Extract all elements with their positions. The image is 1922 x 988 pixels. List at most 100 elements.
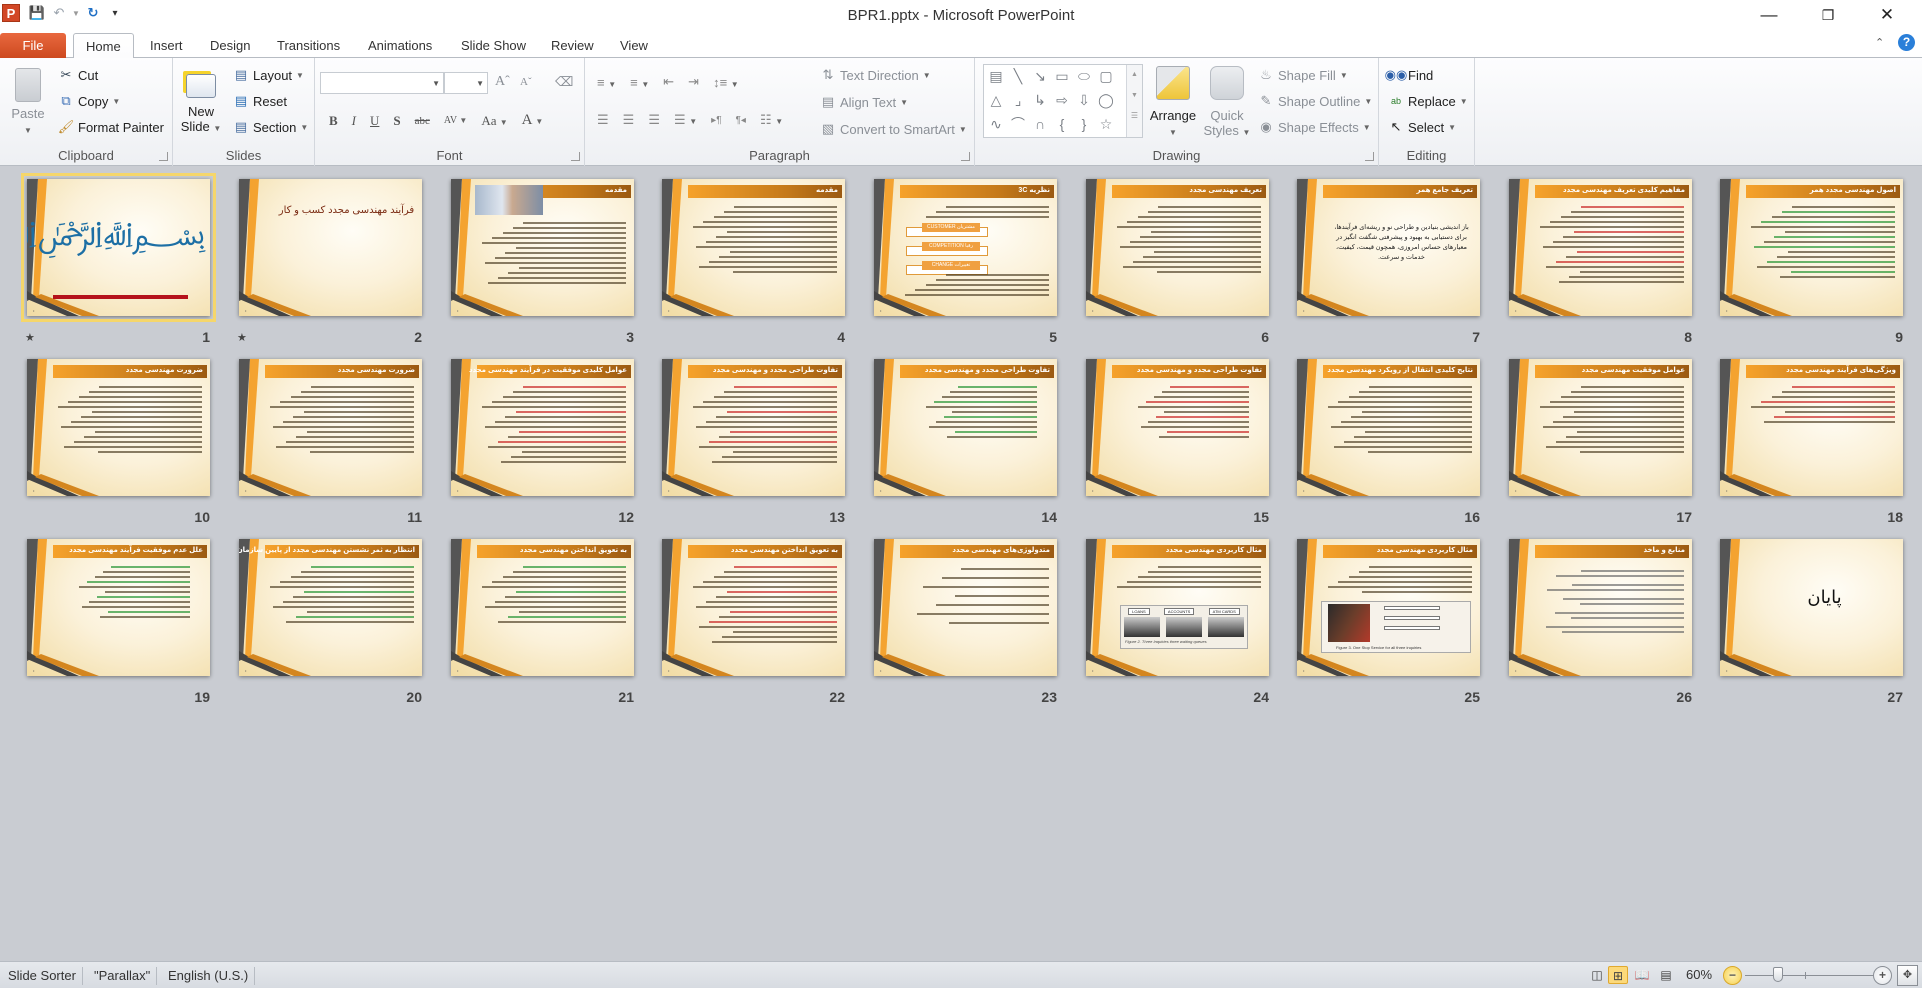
left-brace-shape-icon[interactable]: { (1053, 115, 1071, 133)
zoom-in-button[interactable]: + (1873, 966, 1892, 985)
reset-button[interactable]: ▤ Reset (233, 93, 287, 109)
shapes-gallery[interactable]: ▤ ╲ ↘ ▭ ⬭ ▢ △ ⌟ ↳ ⇨ ⇩ ◯ ∿ ⌒ ∩ { } ☆ ▲ ▼ … (983, 64, 1143, 138)
slide-thumbnail[interactable]: مقدمه • (662, 179, 845, 316)
replace-button[interactable]: ab Replace ▼ (1388, 93, 1468, 109)
tab-design[interactable]: Design (198, 33, 262, 58)
shape-fill-button[interactable]: ♨ Shape Fill ▼ (1258, 67, 1348, 83)
clear-formatting-button[interactable]: ⌫ (555, 74, 573, 90)
language[interactable]: English (U.S.) (162, 967, 256, 985)
line-shape-icon[interactable]: ╲ (1009, 67, 1027, 85)
paste-button[interactable]: Paste ▼ (8, 68, 48, 138)
minimize-button[interactable]: — (1746, 0, 1792, 30)
slide-thumbnail[interactable]: منابع و ماخذ • (1509, 539, 1692, 676)
right-arrow-shape-icon[interactable]: ⇨ (1053, 91, 1071, 109)
zoom-slider-track[interactable] (1745, 975, 1873, 976)
slide-show-button[interactable]: ▤ (1656, 966, 1676, 984)
find-button[interactable]: ◉◉ Find (1385, 67, 1434, 83)
shape-outline-button[interactable]: ✎ Shape Outline ▼ (1258, 93, 1373, 109)
down-arrow-shape-icon[interactable]: ⇩ (1075, 91, 1093, 109)
fit-to-window-button[interactable]: ✥ (1897, 965, 1918, 986)
font-size-combobox[interactable]: ▼ (444, 72, 488, 94)
arrow-line-shape-icon[interactable]: ↘ (1031, 67, 1049, 85)
line-spacing-button[interactable]: ↕≡ ▼ (713, 75, 739, 90)
convert-smartart-button[interactable]: ▧ Convert to SmartArt ▼ (820, 121, 967, 137)
help-icon[interactable]: ? (1898, 34, 1915, 51)
slide-sorter-view-button[interactable]: ⊞ (1608, 966, 1628, 984)
character-spacing-button[interactable]: AV ▼ (444, 115, 467, 126)
slide-thumbnail[interactable]: پایان • (1720, 539, 1903, 676)
font-name-combobox[interactable]: ▼ (320, 72, 444, 94)
quick-styles-button[interactable]: Quick Styles ▼ (1202, 66, 1252, 140)
columns-button[interactable]: ☷ ▼ (760, 112, 783, 128)
text-direction-button[interactable]: ⇅ Text Direction ▼ (820, 67, 931, 83)
theme-name[interactable]: "Parallax" (88, 967, 158, 985)
ltr-button[interactable]: ▸¶ (711, 115, 721, 126)
clipboard-launcher-icon[interactable] (159, 152, 168, 161)
transition-star-icon[interactable]: ★ (25, 331, 35, 344)
italic-button[interactable]: I (352, 113, 356, 129)
tab-review[interactable]: Review (539, 33, 606, 58)
curve-shape-icon[interactable]: ∩ (1031, 115, 1049, 133)
slide-thumbnail[interactable]: مقدمه • (451, 179, 634, 316)
tab-view[interactable]: View (608, 33, 660, 58)
elbow-connector-icon[interactable]: ⌟ (1009, 91, 1027, 109)
tab-slide-show[interactable]: Slide Show (449, 33, 538, 58)
slide-thumbnail[interactable]: نظریه 3C CUSTOMER مشتریان COMPETITION رقبا… (874, 179, 1057, 316)
shape-effects-button[interactable]: ◉ Shape Effects ▼ (1258, 119, 1370, 135)
slide-thumbnail[interactable]: به تعویق انداختن مهندسی مجدد • (662, 539, 845, 676)
scroll-up-icon[interactable]: ▲ (1127, 71, 1142, 78)
layout-button[interactable]: ▤ Layout ▼ (233, 67, 304, 83)
slide-thumbnail[interactable]: تفاوت طراحی مجدد و مهندسی مجدد • (874, 359, 1057, 496)
format-painter-button[interactable]: 🖌 Format Painter (58, 119, 164, 135)
gallery-more-icon[interactable]: ☰ (1127, 111, 1142, 120)
rtl-button[interactable]: ¶◂ (736, 115, 746, 126)
section-button[interactable]: ▤ Section ▼ (233, 119, 308, 135)
triangle-shape-icon[interactable]: △ (987, 91, 1005, 109)
arc-shape-icon[interactable]: ⌒ (1009, 115, 1027, 133)
slide-thumbnail[interactable]: علل عدم موفقیت فرآیند مهندسی مجدد • (27, 539, 210, 676)
arrange-button[interactable]: Arrange ▼ (1148, 66, 1198, 140)
star-shape-icon[interactable]: ☆ (1097, 115, 1115, 133)
slide-thumbnail[interactable]: ویژگی‌های فرآیند مهندسی مجدد • (1720, 359, 1903, 496)
freeform-shape-icon[interactable]: ∿ (987, 115, 1005, 133)
align-text-button[interactable]: ▤ Align Text ▼ (820, 94, 908, 110)
tab-file[interactable]: File (0, 33, 66, 58)
bold-button[interactable]: B (329, 113, 338, 129)
slide-thumbnail[interactable]: اصول مهندسی مجدد همر • (1720, 179, 1903, 316)
slide-thumbnail[interactable]: به تعویق انداختن مهندسی مجدد • (451, 539, 634, 676)
paragraph-launcher-icon[interactable] (961, 152, 970, 161)
slide-thumbnail[interactable]: فرآیند مهندسی مجدد کسب و کار • (239, 179, 422, 316)
tab-transitions[interactable]: Transitions (265, 33, 352, 58)
restore-button[interactable]: ❐ (1805, 0, 1851, 30)
slide-sorter-pane[interactable]: ﷽ • 1 ★ فرآیند مهندسی مجدد کسب و کار • 2 ★ مقدمه… (0, 167, 1922, 961)
slide-thumbnail[interactable]: مفاهیم کلیدی تعریف مهندسی مجدد • (1509, 179, 1692, 316)
right-brace-shape-icon[interactable]: } (1075, 115, 1093, 133)
select-button[interactable]: ↖ Select ▼ (1388, 119, 1457, 135)
zoom-slider-thumb[interactable] (1773, 967, 1784, 982)
slide-thumbnail[interactable]: تفاوت طراحی مجدد و مهندسی مجدد • (662, 359, 845, 496)
tab-animations[interactable]: Animations (356, 33, 444, 58)
drawing-launcher-icon[interactable] (1365, 152, 1374, 161)
shapes-gallery-scroll[interactable]: ▲ ▼ ☰ (1126, 65, 1142, 137)
oval-shape-icon[interactable]: ⬭ (1075, 67, 1093, 85)
new-slide-button[interactable]: New Slide ▼ (179, 68, 223, 136)
textbox-shape-icon[interactable]: ▤ (987, 67, 1005, 85)
slide-thumbnail[interactable]: متدولوژی‌های مهندسی مجدد • (874, 539, 1057, 676)
slide-thumbnail[interactable]: مثال کاربردی مهندسی مجدد Figure 3. One St… (1297, 539, 1480, 676)
transition-star-icon[interactable]: ★ (237, 331, 247, 344)
decrease-indent-button[interactable]: ⇤ (663, 74, 674, 90)
slide-thumbnail[interactable]: ﷽ • (21, 173, 216, 322)
flowchart-shape-icon[interactable]: ◯ (1097, 91, 1115, 109)
slide-thumbnail[interactable]: انتظار به ثمر نشستن مهندسی مجدد از پایین… (239, 539, 422, 676)
align-center-button[interactable]: ☰ (623, 112, 635, 128)
scroll-down-icon[interactable]: ▼ (1127, 92, 1142, 99)
cut-button[interactable]: ✂ Cut (58, 67, 99, 83)
align-left-button[interactable]: ☰ (597, 112, 609, 128)
font-color-button[interactable]: A ▼ (522, 112, 544, 129)
slide-thumbnail[interactable]: تعریف مهندسی مجدد • (1086, 179, 1269, 316)
numbering-button[interactable]: ≡ ▼ (630, 75, 649, 90)
slide-thumbnail[interactable]: ضرورت مهندسی مجدد • (239, 359, 422, 496)
slide-thumbnail[interactable]: تعریف جامع همر باز اندیشی بنیادین و طراحی… (1297, 179, 1480, 316)
copy-button[interactable]: ⧉ Copy ▼ (58, 93, 120, 109)
justify-button[interactable]: ☰ ▼ (674, 112, 697, 128)
